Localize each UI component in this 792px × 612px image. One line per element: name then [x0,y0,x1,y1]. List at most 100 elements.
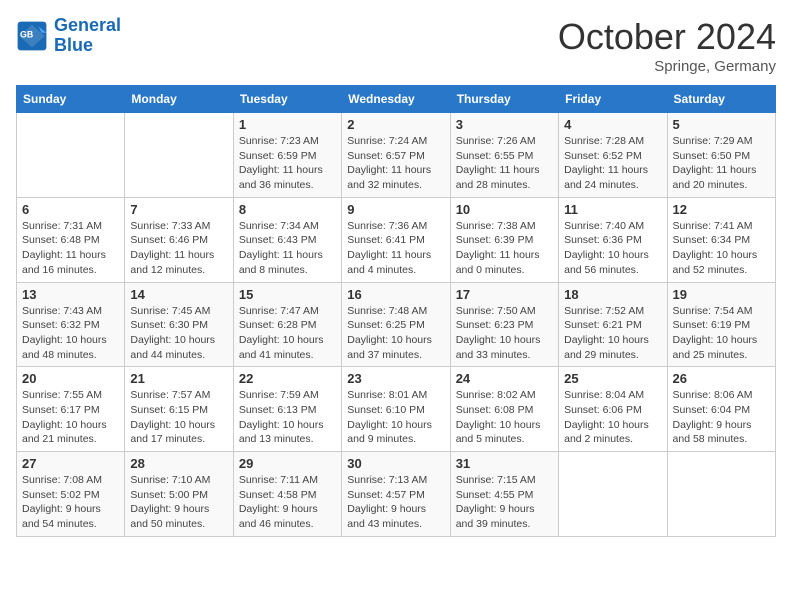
calendar-cell: 26Sunrise: 8:06 AM Sunset: 6:04 PM Dayli… [667,367,775,452]
day-detail: Sunrise: 7:38 AM Sunset: 6:39 PM Dayligh… [456,219,553,278]
logo-icon: GB [16,20,48,52]
logo: GB General Blue [16,16,121,56]
calendar-cell: 12 Sunrise: 7:41 AM Sunset: 6:34 PM Dayli… [667,197,775,282]
day-header-thursday: Thursday [450,86,558,113]
calendar-cell: 30 Sunrise: 7:13 AM Sunset: 4:57 PM Dayli… [342,452,450,537]
day-detail: Sunrise: 7:15 AM Sunset: 4:55 PM Dayligh… [456,473,553,532]
day-number: 5 [673,117,770,132]
day-number: 30 [347,456,444,471]
day-header-friday: Friday [559,86,667,113]
day-detail: Sunrise: 7:31 AM Sunset: 6:48 PM Dayligh… [22,219,119,278]
calendar-cell [667,452,775,537]
day-number: 23 [347,371,444,386]
day-number: 4 [564,117,661,132]
day-detail: Sunrise: 7:24 AM Sunset: 6:57 PM Dayligh… [347,134,444,193]
calendar-cell: 9 Sunrise: 7:36 AM Sunset: 6:41 PM Daylig… [342,197,450,282]
day-detail: Sunrise: 8:04 AM Sunset: 6:06 PM Dayligh… [564,388,661,447]
day-number: 29 [239,456,336,471]
logo-blue: Blue [54,35,93,55]
day-detail: Sunrise: 7:50 AM Sunset: 6:23 PM Dayligh… [456,304,553,363]
day-detail: Sunrise: 7:54 AM Sunset: 6:19 PM Dayligh… [673,304,770,363]
logo-text: General Blue [54,16,121,56]
day-number: 16 [347,287,444,302]
calendar-cell: 16 Sunrise: 7:48 AM Sunset: 6:25 PM Dayli… [342,282,450,367]
day-detail: Sunrise: 8:01 AM Sunset: 6:10 PM Dayligh… [347,388,444,447]
calendar-cell: 21Sunrise: 7:57 AM Sunset: 6:15 PM Dayli… [125,367,233,452]
calendar-week-row: 6 Sunrise: 7:31 AM Sunset: 6:48 PM Daylig… [17,197,776,282]
day-number: 2 [347,117,444,132]
calendar-cell: 7 Sunrise: 7:33 AM Sunset: 6:46 PM Daylig… [125,197,233,282]
calendar-cell [559,452,667,537]
day-number: 6 [22,202,119,217]
day-detail: Sunrise: 7:40 AM Sunset: 6:36 PM Dayligh… [564,219,661,278]
day-detail: Sunrise: 8:02 AM Sunset: 6:08 PM Dayligh… [456,388,553,447]
calendar-cell: 14 Sunrise: 7:45 AM Sunset: 6:30 PM Dayli… [125,282,233,367]
day-detail: Sunrise: 7:08 AM Sunset: 5:02 PM Dayligh… [22,473,119,532]
calendar-cell: 6 Sunrise: 7:31 AM Sunset: 6:48 PM Daylig… [17,197,125,282]
calendar-cell [17,113,125,198]
day-number: 13 [22,287,119,302]
day-number: 12 [673,202,770,217]
calendar-cell: 2 Sunrise: 7:24 AM Sunset: 6:57 PM Daylig… [342,113,450,198]
logo-general: General [54,15,121,35]
calendar-cell: 10Sunrise: 7:38 AM Sunset: 6:39 PM Dayli… [450,197,558,282]
calendar-cell: 17 Sunrise: 7:50 AM Sunset: 6:23 PM Dayli… [450,282,558,367]
calendar-table: SundayMondayTuesdayWednesdayThursdayFrid… [16,85,776,537]
calendar-cell: 8Sunrise: 7:34 AM Sunset: 6:43 PM Daylig… [233,197,341,282]
day-detail: Sunrise: 7:23 AM Sunset: 6:59 PM Dayligh… [239,134,336,193]
calendar-cell: 20Sunrise: 7:55 AM Sunset: 6:17 PM Dayli… [17,367,125,452]
calendar-week-row: 20Sunrise: 7:55 AM Sunset: 6:17 PM Dayli… [17,367,776,452]
day-detail: Sunrise: 7:29 AM Sunset: 6:50 PM Dayligh… [673,134,770,193]
day-number: 24 [456,371,553,386]
calendar-cell: 15 Sunrise: 7:47 AM Sunset: 6:28 PM Dayli… [233,282,341,367]
day-number: 25 [564,371,661,386]
day-number: 15 [239,287,336,302]
day-number: 27 [22,456,119,471]
calendar-cell: 22Sunrise: 7:59 AM Sunset: 6:13 PM Dayli… [233,367,341,452]
day-number: 1 [239,117,336,132]
calendar-cell [125,113,233,198]
calendar-cell: 28 Sunrise: 7:10 AM Sunset: 5:00 PM Dayli… [125,452,233,537]
day-detail: Sunrise: 7:33 AM Sunset: 6:46 PM Dayligh… [130,219,227,278]
day-detail: Sunrise: 7:28 AM Sunset: 6:52 PM Dayligh… [564,134,661,193]
day-number: 9 [347,202,444,217]
day-number: 31 [456,456,553,471]
day-header-sunday: Sunday [17,86,125,113]
calendar-cell: 24 Sunrise: 8:02 AM Sunset: 6:08 PM Dayli… [450,367,558,452]
day-detail: Sunrise: 7:10 AM Sunset: 5:00 PM Dayligh… [130,473,227,532]
day-number: 22 [239,371,336,386]
day-detail: Sunrise: 7:11 AM Sunset: 4:58 PM Dayligh… [239,473,336,532]
day-detail: Sunrise: 7:47 AM Sunset: 6:28 PM Dayligh… [239,304,336,363]
day-number: 11 [564,202,661,217]
day-detail: Sunrise: 7:41 AM Sunset: 6:34 PM Dayligh… [673,219,770,278]
day-number: 7 [130,202,227,217]
calendar-cell: 13 Sunrise: 7:43 AM Sunset: 6:32 PM Dayli… [17,282,125,367]
calendar-week-row: 27 Sunrise: 7:08 AM Sunset: 5:02 PM Dayli… [17,452,776,537]
day-header-wednesday: Wednesday [342,86,450,113]
day-number: 17 [456,287,553,302]
day-detail: Sunrise: 7:43 AM Sunset: 6:32 PM Dayligh… [22,304,119,363]
title-block: October 2024 Springe, Germany [558,16,776,75]
day-detail: Sunrise: 7:45 AM Sunset: 6:30 PM Dayligh… [130,304,227,363]
calendar-cell: 1 Sunrise: 7:23 AM Sunset: 6:59 PM Daylig… [233,113,341,198]
day-number: 28 [130,456,227,471]
day-detail: Sunrise: 7:13 AM Sunset: 4:57 PM Dayligh… [347,473,444,532]
day-header-monday: Monday [125,86,233,113]
day-detail: Sunrise: 7:57 AM Sunset: 6:15 PM Dayligh… [130,388,227,447]
day-detail: Sunrise: 8:06 AM Sunset: 6:04 PM Dayligh… [673,388,770,447]
day-detail: Sunrise: 7:52 AM Sunset: 6:21 PM Dayligh… [564,304,661,363]
day-detail: Sunrise: 7:48 AM Sunset: 6:25 PM Dayligh… [347,304,444,363]
calendar-cell: 3Sunrise: 7:26 AM Sunset: 6:55 PM Daylig… [450,113,558,198]
month-title: October 2024 [558,16,776,58]
calendar-cell: 11 Sunrise: 7:40 AM Sunset: 6:36 PM Dayli… [559,197,667,282]
calendar-cell: 27 Sunrise: 7:08 AM Sunset: 5:02 PM Dayli… [17,452,125,537]
calendar-cell: 18 Sunrise: 7:52 AM Sunset: 6:21 PM Dayli… [559,282,667,367]
day-detail: Sunrise: 7:36 AM Sunset: 6:41 PM Dayligh… [347,219,444,278]
day-header-tuesday: Tuesday [233,86,341,113]
calendar-cell: 31 Sunrise: 7:15 AM Sunset: 4:55 PM Dayli… [450,452,558,537]
day-number: 14 [130,287,227,302]
calendar-cell: 19Sunrise: 7:54 AM Sunset: 6:19 PM Dayli… [667,282,775,367]
calendar-cell: 5 Sunrise: 7:29 AM Sunset: 6:50 PM Daylig… [667,113,775,198]
day-number: 18 [564,287,661,302]
calendar-week-row: 1 Sunrise: 7:23 AM Sunset: 6:59 PM Daylig… [17,113,776,198]
